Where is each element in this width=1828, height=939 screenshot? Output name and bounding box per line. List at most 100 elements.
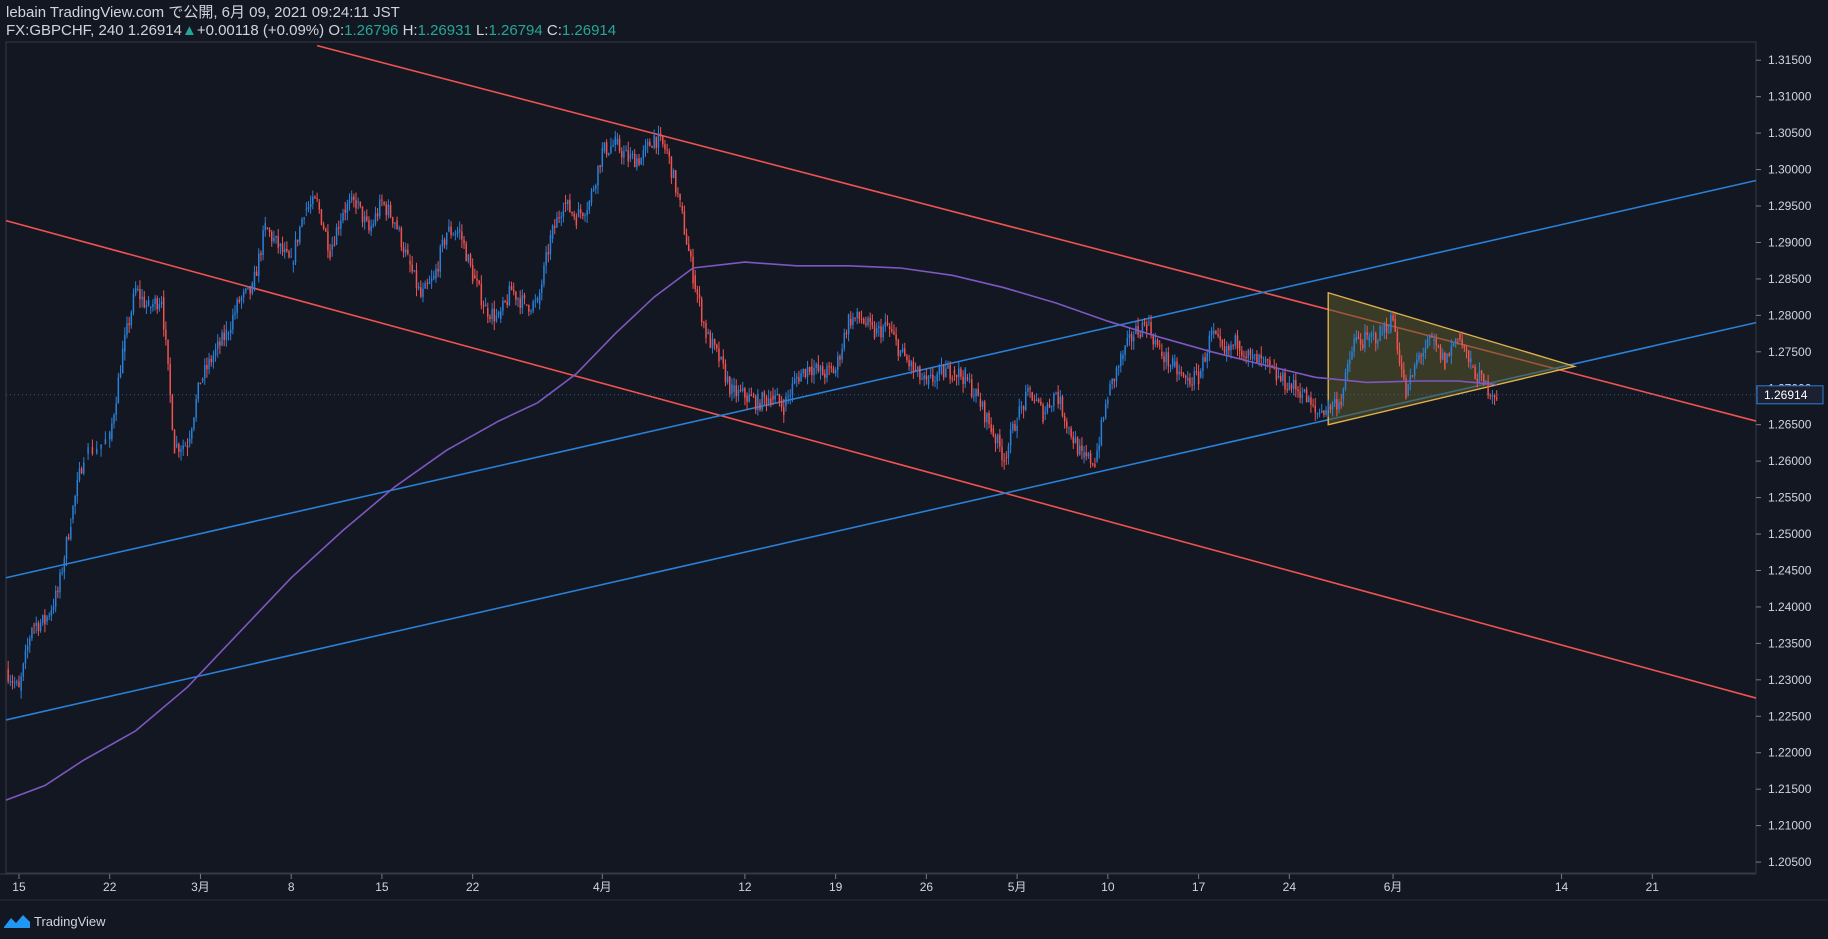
candle-body [63, 558, 66, 573]
candle-body [940, 365, 943, 374]
candle-body [1429, 336, 1431, 339]
candle-body [523, 295, 526, 299]
candle-body [860, 319, 863, 321]
price-chart[interactable]: 1.20500 1.21000 1.21500 1.22000 1.22500 1.230… [0, 0, 1828, 939]
candle-body [977, 388, 979, 397]
candle-body [711, 339, 714, 348]
candle-body [1044, 412, 1046, 414]
candle-body [1202, 357, 1204, 371]
candle-body [733, 385, 735, 392]
candle-body [787, 396, 789, 398]
candle-body [366, 216, 368, 221]
candle-body [515, 291, 517, 300]
candle-body [87, 447, 89, 454]
candle-body [653, 135, 655, 148]
candle-body [1223, 346, 1226, 353]
candle-body [266, 227, 269, 230]
candle-body [597, 165, 599, 186]
candle-body [910, 361, 913, 367]
candle-body [1420, 355, 1422, 357]
candle-body [1174, 361, 1176, 367]
candle-body [307, 207, 310, 210]
candle-body [1269, 360, 1271, 366]
candle-body [1169, 366, 1172, 368]
candle-body [1333, 399, 1336, 404]
candle-body [182, 445, 184, 450]
candle-body [270, 231, 273, 242]
candle-body [1072, 436, 1075, 444]
trendline-1[interactable] [5, 219, 1757, 699]
candle-body [1012, 423, 1014, 430]
candle-body [752, 396, 755, 398]
candle-body [1124, 345, 1126, 355]
candle-body [666, 149, 668, 151]
candle-body [245, 288, 247, 292]
candle-body [165, 329, 167, 340]
candle-body [1083, 452, 1085, 458]
candle-body [137, 288, 139, 290]
candle-body [309, 204, 312, 208]
candle-body [638, 158, 640, 165]
candle-body [1277, 375, 1280, 378]
candle-body [206, 365, 208, 370]
candle-body [474, 275, 476, 279]
candle-body [1033, 400, 1036, 402]
candle-body [582, 213, 584, 217]
candle-body [193, 417, 195, 429]
candle-body [521, 295, 524, 308]
candle-body [1366, 332, 1368, 336]
time-axis[interactable]: 15 22 3月 8 15 22 4月 12 19 26 5月 10 17 24 6月 14 21 [12, 874, 1659, 894]
candle-body [1150, 322, 1152, 336]
candle-body [1212, 330, 1215, 334]
candle-body [700, 298, 703, 322]
candle-body [1113, 378, 1116, 382]
candle-body [1465, 347, 1468, 351]
candle-body [33, 625, 35, 627]
candle-body [1128, 334, 1131, 338]
candle-body [1117, 366, 1120, 368]
candle-body [1370, 333, 1373, 337]
candle-body [391, 217, 394, 224]
candle-body [778, 394, 781, 403]
candle-body [1122, 354, 1124, 360]
candle-body [996, 434, 999, 444]
candle-body [1422, 352, 1425, 357]
candle-body [767, 398, 770, 404]
candle-body [461, 231, 463, 240]
candle-body [748, 394, 750, 402]
candle-body [247, 286, 249, 289]
candle-body [1241, 350, 1243, 356]
candle-body [662, 136, 664, 145]
candle-body [873, 325, 876, 338]
candle-body [532, 301, 534, 312]
candle-body [610, 146, 612, 153]
candle-body [1342, 388, 1345, 400]
x-tick-label: 5月 [1008, 880, 1027, 894]
candle-body [1228, 345, 1230, 351]
candle-body [379, 199, 381, 217]
candle-body [506, 301, 508, 306]
candle-body [964, 368, 967, 385]
candle-body [221, 332, 223, 346]
moving-average-line [5, 261, 1497, 801]
candle-body [374, 213, 377, 224]
candle-body [1325, 409, 1327, 415]
candle-body [502, 300, 504, 311]
footer-brand[interactable]: TradingView [34, 914, 106, 929]
price-axis[interactable]: 1.20500 1.21000 1.21500 1.22000 1.22500 1.230… [6, 53, 1824, 869]
candle-body [368, 220, 370, 231]
candle-body [61, 572, 63, 574]
candle-body [703, 321, 705, 324]
candle-body [236, 299, 238, 313]
candle-body [1390, 315, 1392, 333]
candle-body [1413, 365, 1416, 376]
candle-body [229, 329, 232, 334]
candle-body [283, 248, 286, 253]
candle-body [856, 311, 858, 318]
x-tick-label: 12 [738, 880, 752, 894]
candle-body [357, 201, 359, 203]
candle-body [975, 388, 977, 397]
candle-body [1066, 421, 1068, 428]
candle-body [191, 428, 193, 439]
candle-body [839, 356, 841, 360]
